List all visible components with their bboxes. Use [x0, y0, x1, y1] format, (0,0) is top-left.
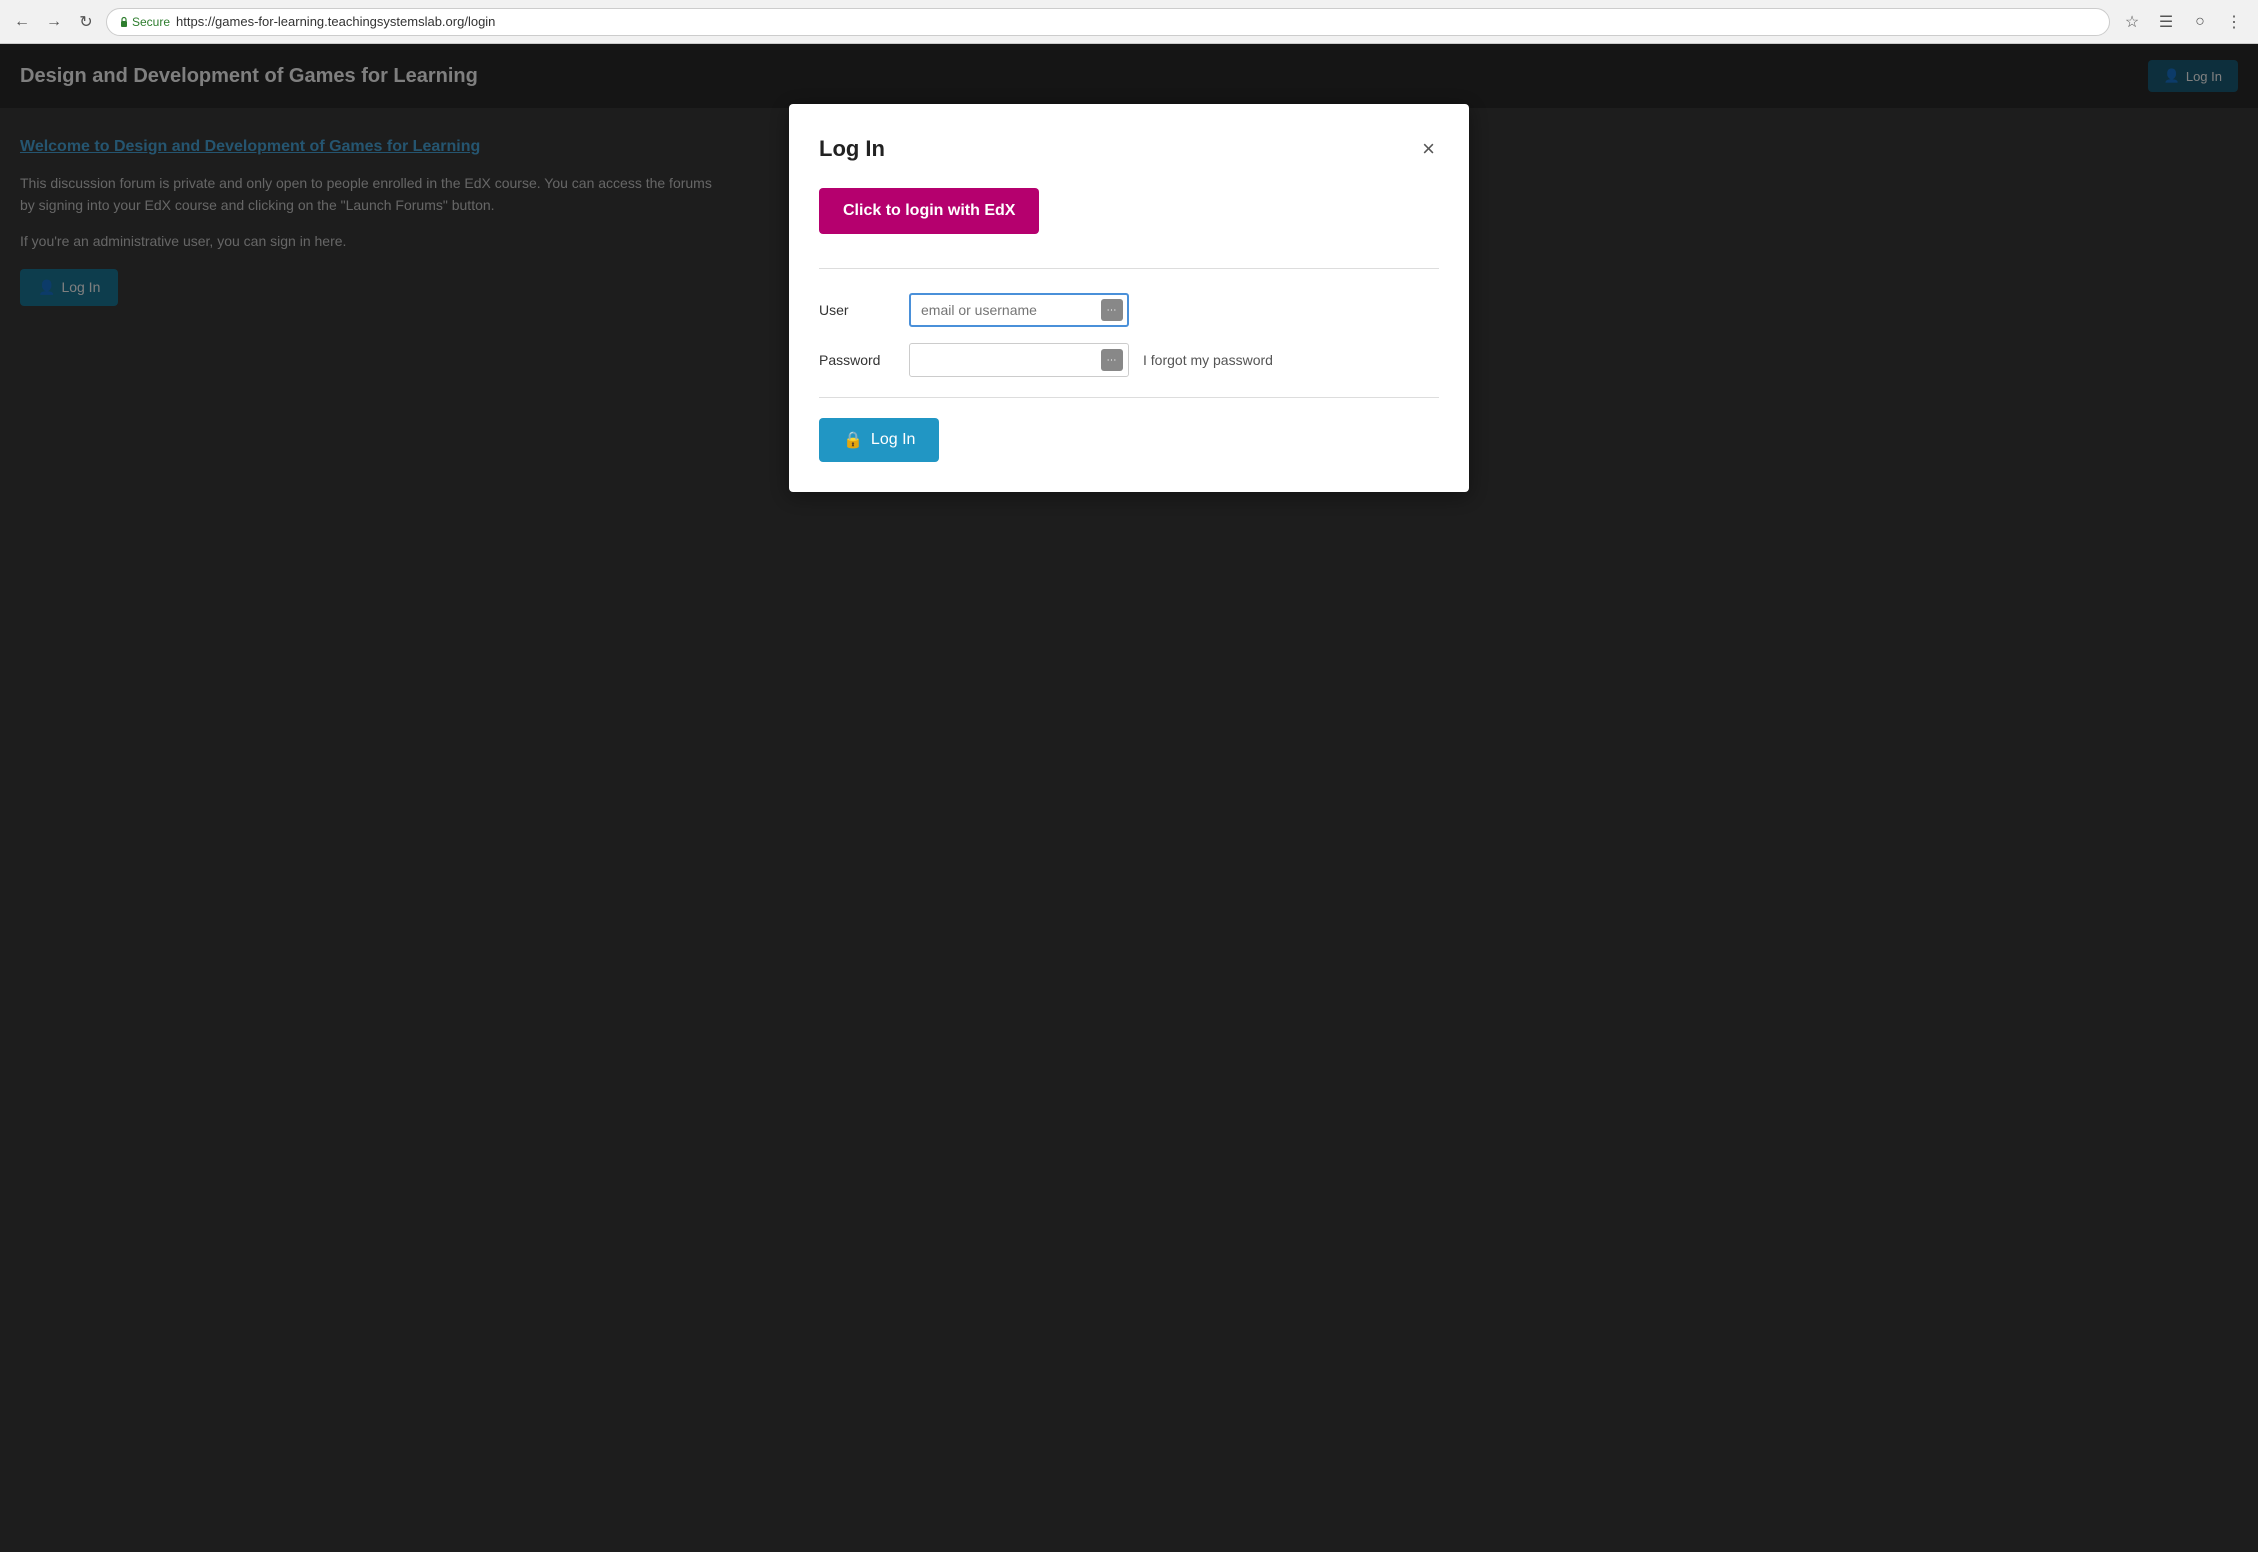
- modal-title: Log In: [819, 136, 885, 162]
- user-input[interactable]: [909, 293, 1129, 327]
- reload-button[interactable]: ↻: [74, 10, 98, 34]
- modal-footer-divider: [819, 397, 1439, 398]
- password-form-row: Password ⋯ I forgot my password: [819, 343, 1439, 377]
- extensions-button[interactable]: ☰: [2152, 8, 2180, 36]
- browser-actions: ☆ ☰ ○ ⋮: [2118, 8, 2248, 36]
- modal-close-button[interactable]: ×: [1418, 134, 1439, 164]
- modal-divider: [819, 268, 1439, 269]
- modal-header: Log In ×: [819, 134, 1439, 164]
- edx-login-button[interactable]: Click to login with EdX: [819, 188, 1039, 234]
- password-dots-icon: ⋯: [1107, 355, 1118, 366]
- page-background: Design and Development of Games for Lear…: [0, 44, 2258, 1552]
- url-text: https://games-for-learning.teachingsyste…: [176, 14, 495, 29]
- user-input-wrapper: ⋯: [909, 293, 1129, 327]
- password-input-icon[interactable]: ⋯: [1101, 349, 1123, 371]
- modal-login-button[interactable]: 🔒 Log In: [819, 418, 939, 462]
- user-profile-button[interactable]: ○: [2186, 8, 2214, 36]
- forward-button[interactable]: →: [42, 10, 66, 34]
- modal-overlay: Log In × Click to login with EdX User ⋯ …: [0, 44, 2258, 1552]
- login-modal: Log In × Click to login with EdX User ⋯ …: [789, 104, 1469, 492]
- user-input-icon[interactable]: ⋯: [1101, 299, 1123, 321]
- lock-icon-btn: 🔒: [843, 430, 863, 450]
- address-bar: Secure https://games-for-learning.teachi…: [106, 8, 2110, 36]
- password-input[interactable]: [909, 343, 1129, 377]
- user-form-row: User ⋯: [819, 293, 1439, 327]
- lock-icon: [119, 16, 129, 28]
- dots-icon: ⋯: [1107, 305, 1118, 316]
- password-input-wrapper: ⋯: [909, 343, 1129, 377]
- bookmark-button[interactable]: ☆: [2118, 8, 2146, 36]
- settings-button[interactable]: ⋮: [2220, 8, 2248, 36]
- user-label: User: [819, 302, 909, 318]
- back-button[interactable]: ←: [10, 10, 34, 34]
- secure-indicator: Secure: [119, 15, 170, 29]
- browser-chrome: ← → ↻ Secure https://games-for-learning.…: [0, 0, 2258, 44]
- forgot-password-link[interactable]: I forgot my password: [1143, 352, 1273, 368]
- password-label: Password: [819, 352, 909, 368]
